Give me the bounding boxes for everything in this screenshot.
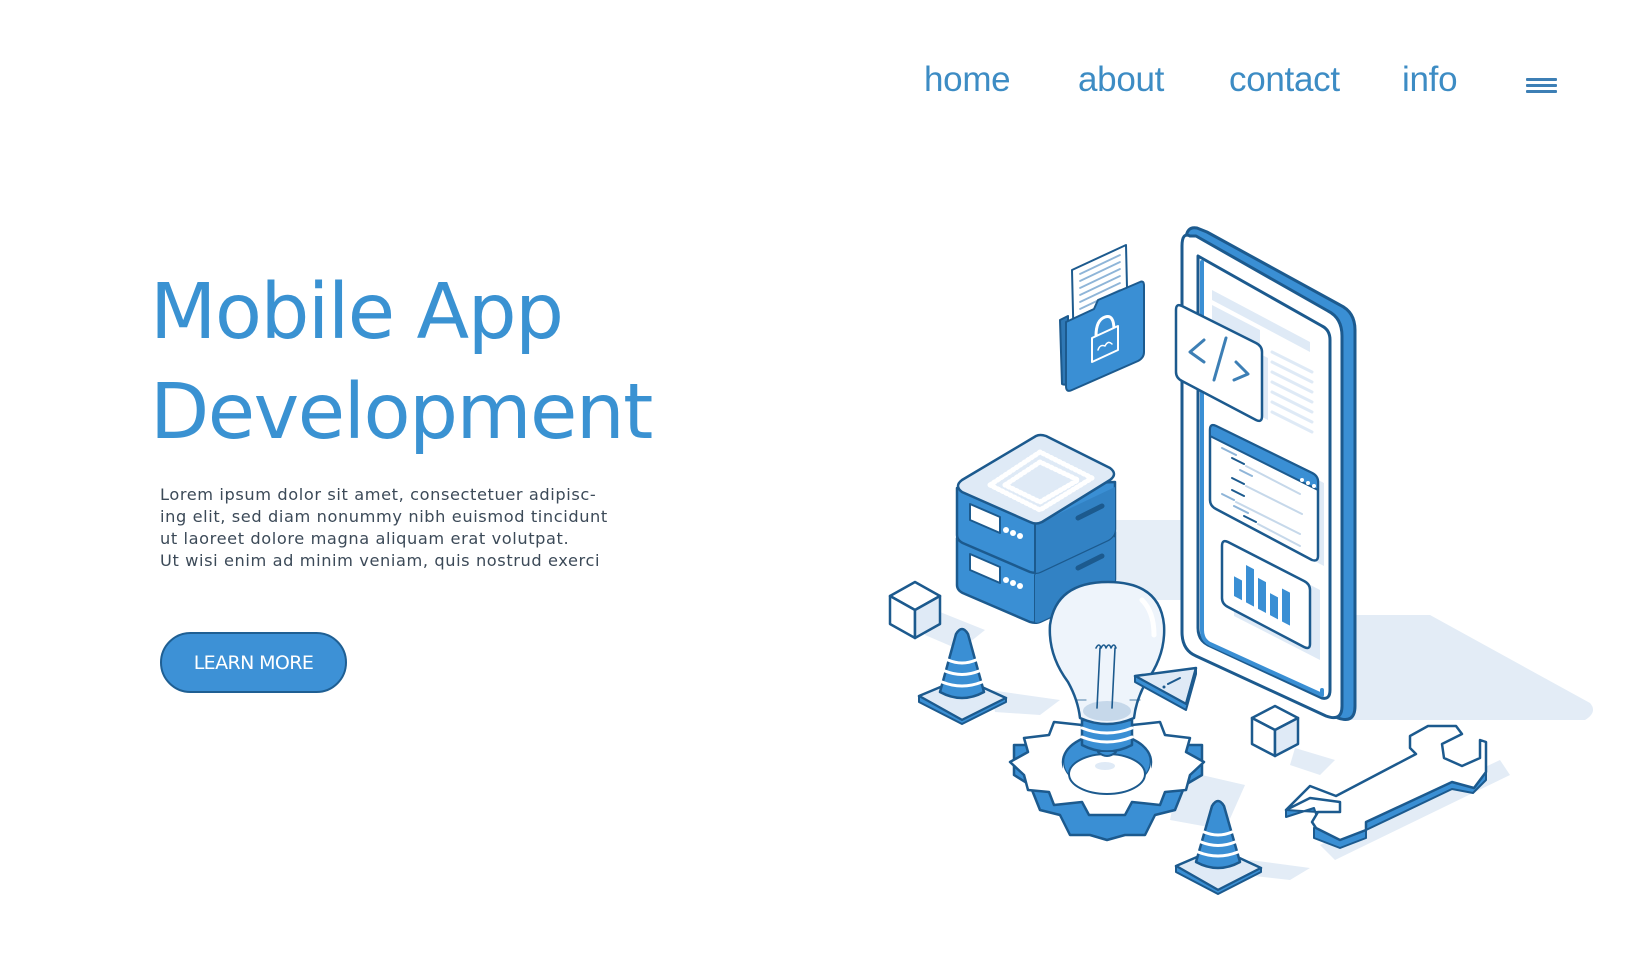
chart-bar [1258, 577, 1266, 613]
learn-more-button[interactable]: LEARN MORE [160, 632, 347, 693]
server-shadow [1070, 520, 1185, 600]
code-window-icon [1208, 423, 1324, 566]
hero-title-line: Mobile App [150, 268, 564, 357]
wrench-icon [1284, 724, 1488, 849]
top-navigation: home about contact info [0, 0, 1642, 160]
nav-link-info[interactable]: info [1402, 60, 1458, 100]
hamburger-menu-button[interactable] [1524, 74, 1560, 98]
hamburger-line [1526, 90, 1557, 93]
chart-bar [1282, 588, 1290, 626]
chart-widget-icon [1220, 539, 1320, 660]
hero-title-line: Development [150, 368, 653, 457]
smallcube-shadow [1290, 748, 1335, 775]
hero-title: Mobile App Development [150, 263, 653, 463]
chart-bar [1270, 593, 1278, 620]
hamburger-line [1526, 84, 1557, 87]
description-line: ut laoreet dolore magna aliquam erat vol… [160, 529, 570, 548]
cone1-shadow [990, 690, 1060, 715]
secure-folder-icon [1059, 244, 1145, 392]
hero-description: Lorem ipsum dolor sit amet, consectetuer… [160, 484, 608, 572]
gear-icon [1008, 710, 1206, 842]
light-bulb-icon [1048, 580, 1166, 757]
phone-shadow [1340, 615, 1594, 720]
cube-shadow [925, 610, 985, 650]
chart-bar [1246, 564, 1254, 607]
small-cube-icon [1250, 704, 1300, 758]
cube-icon [888, 580, 942, 640]
nav-link-about[interactable]: about [1078, 60, 1164, 100]
hamburger-menu-icon [1526, 78, 1557, 81]
gear-shadow [1170, 770, 1245, 830]
server-stack-icon [955, 433, 1117, 625]
warning-sign-icon [1133, 666, 1198, 711]
description-line: ing elit, sed diam nonummy nibh euismod … [160, 507, 608, 526]
traffic-cone-icon [1174, 799, 1263, 895]
wrench-shadow [1320, 760, 1510, 860]
description-line: Lorem ipsum dolor sit amet, consectetuer… [160, 485, 597, 504]
nav-link-home[interactable]: home [924, 60, 1011, 100]
cone2-shadow [1245, 860, 1310, 880]
traffic-cone-icon [917, 627, 1008, 725]
floor-shadows [925, 520, 1594, 880]
chart-bar [1234, 576, 1242, 601]
smartphone-icon [1174, 226, 1357, 721]
description-line: Ut wisi enim ad minim veniam, quis nostr… [160, 551, 601, 570]
nav-link-contact[interactable]: contact [1229, 60, 1340, 100]
code-tag-icon [1174, 303, 1268, 423]
